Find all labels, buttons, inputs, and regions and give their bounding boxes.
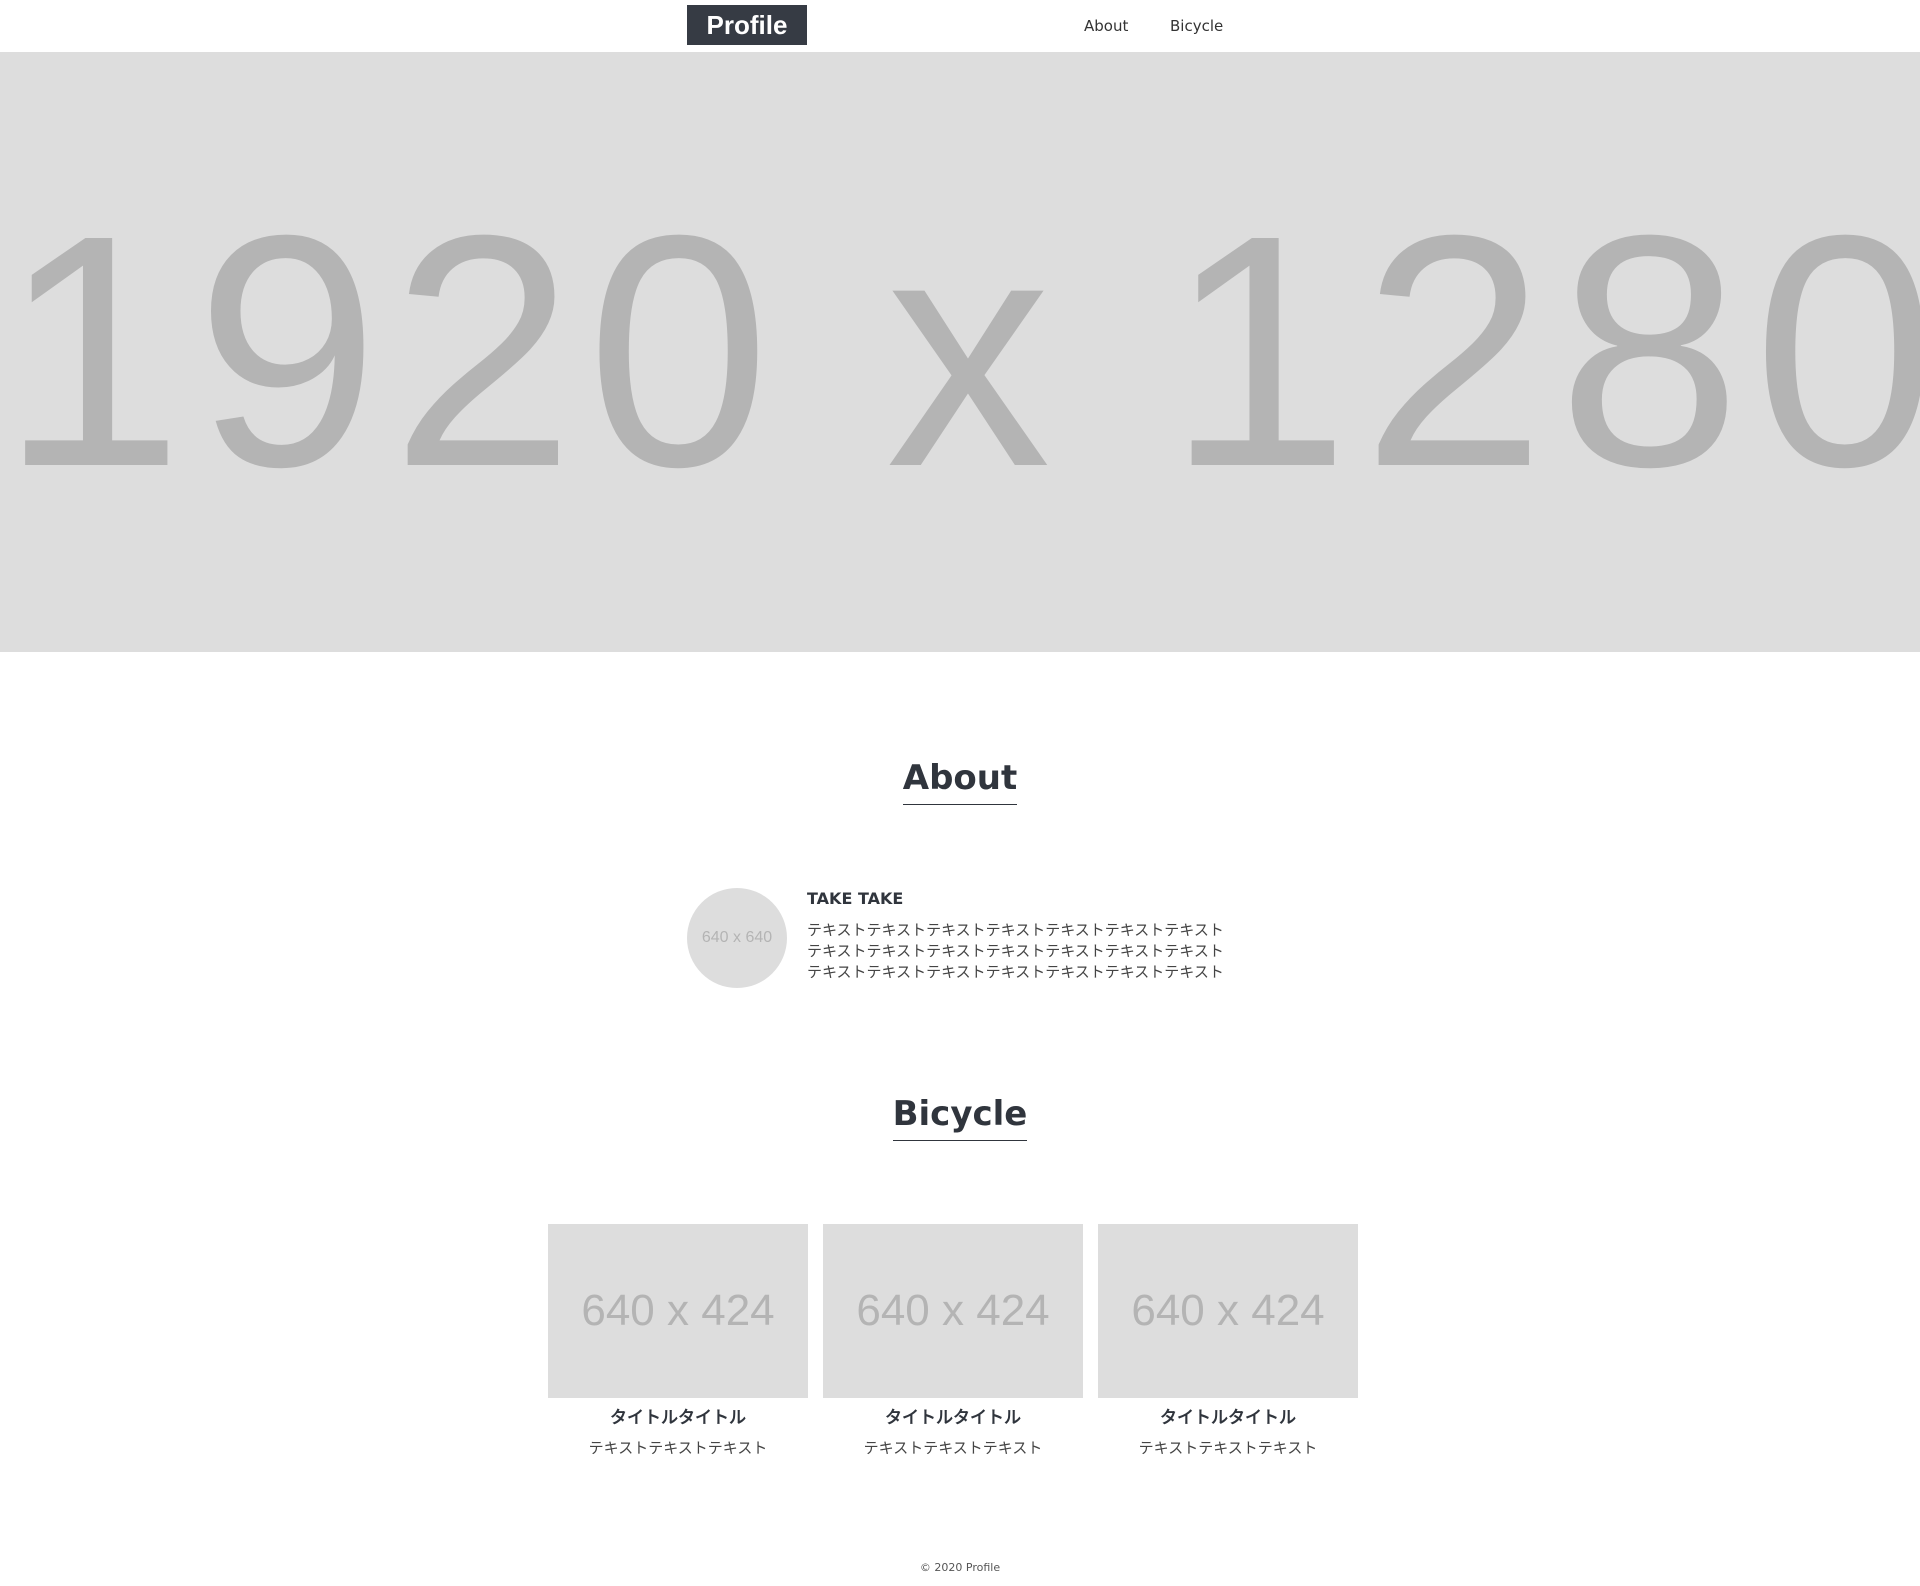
- copyright-text: © 2020 Profile: [919, 1561, 1001, 1574]
- card-text: テキストテキストテキスト: [588, 1439, 768, 1457]
- card-title: タイトルタイトル: [885, 1408, 1021, 1428]
- nav-link-bicycle[interactable]: Bicycle: [1170, 0, 1223, 52]
- card-title: タイトルタイトル: [1160, 1408, 1296, 1428]
- bicycle-title: Bicycle: [892, 1094, 1028, 1141]
- bicycle-card: 640 x 424 タイトルタイトル テキストテキストテキスト: [823, 1224, 1083, 1458]
- profile-description: テキストテキストテキストテキストテキストテキストテキスト テキストテキストテキス…: [807, 920, 1224, 983]
- site-header: Profile About Bicycle: [0, 0, 1920, 52]
- about-title: About: [902, 758, 1018, 805]
- profile-description-line: テキストテキストテキストテキストテキストテキストテキスト: [807, 942, 1224, 960]
- profile-name: TAKE TAKE: [807, 889, 904, 908]
- avatar: 640 x 640: [687, 888, 787, 988]
- site-logo[interactable]: Profile: [687, 5, 807, 45]
- bicycle-card: 640 x 424 タイトルタイトル テキストテキストテキスト: [1098, 1224, 1358, 1458]
- card-title: タイトルタイトル: [610, 1408, 746, 1428]
- card-text: テキストテキストテキスト: [863, 1439, 1043, 1457]
- hero-image: 1920 x 1280: [0, 52, 1920, 652]
- card-image: 640 x 424: [823, 1224, 1083, 1398]
- profile-description-line: テキストテキストテキストテキストテキストテキストテキスト: [807, 963, 1224, 981]
- site-footer: © 2020 Profile: [0, 1560, 1920, 1576]
- card-image: 640 x 424: [548, 1224, 808, 1398]
- card-text: テキストテキストテキスト: [1138, 1439, 1318, 1457]
- hero-placeholder-text: 1920 x 1280: [0, 166, 1920, 535]
- card-image: 640 x 424: [1098, 1224, 1358, 1398]
- about-section-heading: About: [0, 758, 1920, 805]
- profile-description-line: テキストテキストテキストテキストテキストテキストテキスト: [807, 921, 1224, 939]
- bicycle-section-heading: Bicycle: [0, 1094, 1920, 1141]
- bicycle-card: 640 x 424 タイトルタイトル テキストテキストテキスト: [548, 1224, 808, 1458]
- nav-link-about[interactable]: About: [1084, 0, 1128, 52]
